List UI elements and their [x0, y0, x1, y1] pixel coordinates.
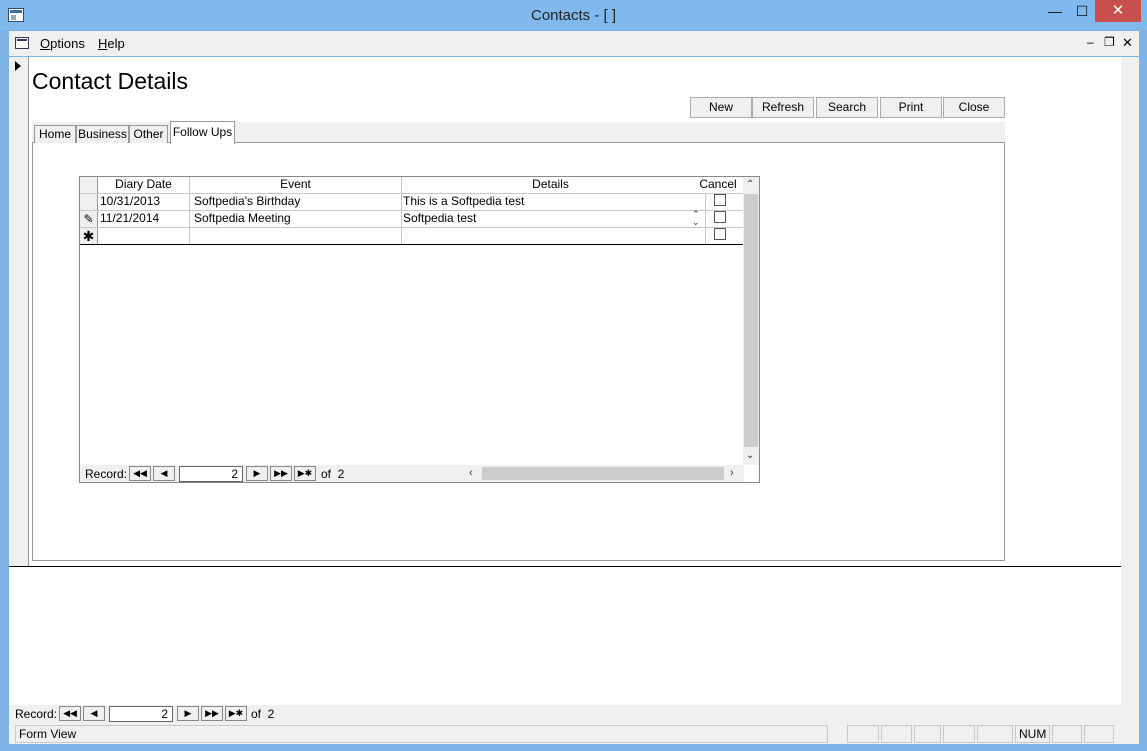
new-record-icon[interactable]: ▶✱ — [225, 706, 247, 721]
asterisk-icon[interactable]: ✱ — [80, 228, 98, 244]
column-header-event[interactable]: Event — [190, 177, 401, 193]
previous-record-icon[interactable]: ◀ — [83, 706, 105, 721]
last-record-icon[interactable]: ▶▶ — [270, 466, 292, 481]
tab-business[interactable]: Business — [76, 125, 129, 143]
status-num: NUM — [1015, 725, 1050, 743]
record-number-input[interactable]: 2 — [109, 706, 173, 722]
column-header-cancel[interactable]: Cancel — [699, 177, 737, 193]
triangle-right-icon — [15, 61, 21, 71]
scroll-right-icon[interactable]: › — [730, 467, 734, 479]
status-panel — [1052, 725, 1082, 743]
subform-record-number-input[interactable]: 2 — [179, 466, 243, 482]
row-selector[interactable] — [80, 194, 98, 210]
grid-line — [80, 244, 743, 245]
horizontal-scroll-thumb[interactable] — [482, 467, 724, 480]
menu-help[interactable]: Help — [98, 36, 125, 51]
menu-bar: Options Help – ❐ ✕ — [9, 31, 1139, 56]
cell-event[interactable]: Softpedia Meeting — [194, 211, 399, 227]
form-record-selector[interactable] — [9, 57, 29, 567]
minimize-icon[interactable]: — — [1040, 0, 1070, 22]
subform-record-count: of 2 — [321, 467, 345, 481]
scroll-left-icon[interactable]: ‹ — [469, 467, 473, 479]
cancel-checkbox[interactable] — [714, 211, 726, 223]
form-icon[interactable] — [15, 37, 29, 49]
cell-event[interactable]: Softpedia's Birthday — [194, 194, 399, 210]
record-count: of 2 — [251, 707, 275, 721]
new-button[interactable]: New — [690, 97, 752, 118]
cell-diary-date[interactable]: 11/21/2014 — [100, 211, 188, 227]
cell-details[interactable]: This is a Softpedia test — [403, 194, 703, 210]
spin-icon[interactable]: ⌃ ⌄ — [692, 210, 700, 227]
cell-details[interactable]: Softpedia test — [403, 211, 688, 227]
first-record-icon[interactable]: ◀◀ — [129, 466, 151, 481]
close-button[interactable]: Close — [943, 97, 1005, 118]
window-close-icon[interactable]: ✕ — [1095, 0, 1141, 22]
next-record-icon[interactable]: ▶ — [246, 466, 268, 481]
maximize-icon[interactable]: ☐ — [1068, 0, 1096, 22]
cancel-checkbox[interactable] — [714, 228, 726, 240]
grid-line — [80, 227, 743, 228]
tab-other[interactable]: Other — [129, 125, 168, 143]
page-title: Contact Details — [32, 68, 188, 94]
form-right-margin — [1121, 57, 1139, 705]
select-all-corner[interactable] — [80, 177, 98, 193]
previous-record-icon[interactable]: ◀ — [153, 466, 175, 481]
window-title: Contacts - [ ] — [530, 7, 617, 24]
status-panel — [847, 725, 879, 743]
scroll-up-icon[interactable]: ⌃ — [746, 179, 754, 190]
status-panel — [977, 725, 1013, 743]
print-button[interactable]: Print — [880, 97, 942, 118]
status-panel — [943, 725, 975, 743]
column-header-details[interactable]: Details — [402, 177, 699, 193]
form-section-divider — [9, 566, 1121, 567]
grid-line — [401, 177, 402, 245]
grid-line — [189, 177, 190, 245]
tab-follow-ups[interactable]: Follow Ups — [170, 121, 235, 144]
vertical-scroll-thumb[interactable] — [744, 194, 758, 447]
refresh-button[interactable]: Refresh — [752, 97, 814, 118]
grid-line — [705, 193, 706, 245]
new-record-icon[interactable]: ▶✱ — [294, 466, 316, 481]
cell-diary-date[interactable]: 10/31/2013 — [100, 194, 188, 210]
mdi-minimize-icon[interactable]: – — [1087, 35, 1094, 49]
next-record-icon[interactable]: ▶ — [177, 706, 199, 721]
last-record-icon[interactable]: ▶▶ — [201, 706, 223, 721]
subform-record-label: Record: — [85, 467, 128, 481]
status-mode: Form View — [15, 725, 828, 743]
tab-home[interactable]: Home — [34, 125, 76, 143]
menu-options[interactable]: Options — [40, 36, 85, 51]
pencil-icon[interactable]: ✎ — [80, 211, 98, 227]
status-panel — [1084, 725, 1114, 743]
cancel-checkbox[interactable] — [714, 194, 726, 206]
status-panel — [881, 725, 912, 743]
status-panel — [914, 725, 941, 743]
mdi-restore-icon[interactable]: ❐ — [1104, 35, 1115, 49]
first-record-icon[interactable]: ◀◀ — [59, 706, 81, 721]
record-label: Record: — [15, 707, 58, 721]
scroll-down-icon[interactable]: ⌄ — [746, 450, 754, 461]
column-header-diary-date[interactable]: Diary Date — [98, 177, 189, 193]
search-button[interactable]: Search — [816, 97, 878, 118]
mdi-close-icon[interactable]: ✕ — [1122, 35, 1133, 51]
